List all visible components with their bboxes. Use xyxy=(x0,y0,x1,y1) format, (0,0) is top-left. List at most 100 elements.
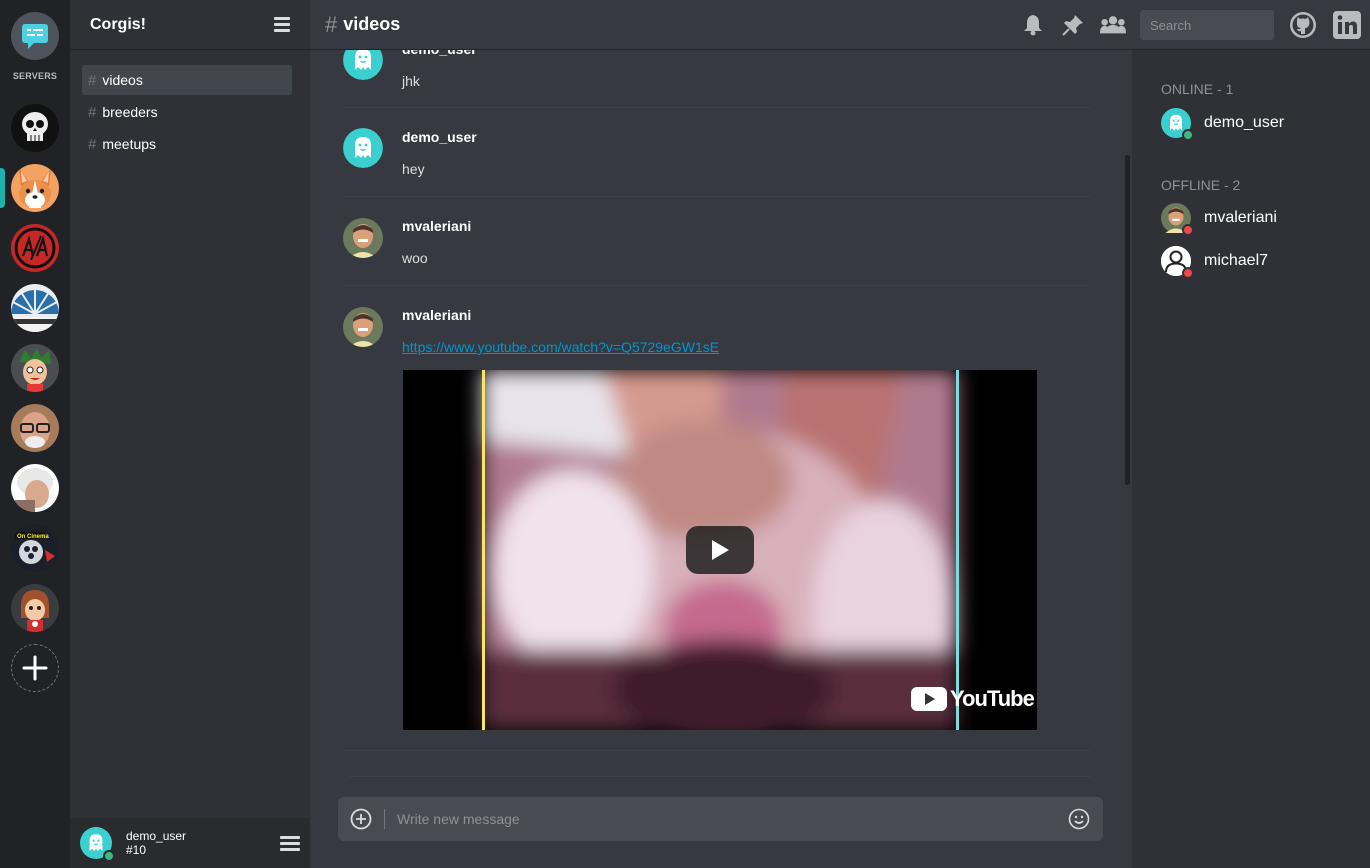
avatar xyxy=(1161,108,1194,141)
photo-avatar-icon xyxy=(343,307,383,347)
channel-meetups[interactable]: # meetups xyxy=(82,129,292,159)
play-button[interactable] xyxy=(686,526,754,574)
linkedin-icon xyxy=(1333,11,1361,39)
message-author[interactable]: mvaleriani xyxy=(402,307,471,323)
offline-status-dot xyxy=(1182,224,1194,236)
corgi-icon xyxy=(11,164,59,212)
server-glasses-man[interactable] xyxy=(11,404,59,452)
plus-circle-icon xyxy=(350,808,372,830)
emoji-button[interactable] xyxy=(1055,808,1103,830)
channel-header: # videos Search xyxy=(310,0,1370,50)
avatar xyxy=(1161,246,1194,279)
upload-button[interactable] xyxy=(338,808,384,830)
message-text: jhk xyxy=(402,73,420,89)
active-server-indicator xyxy=(0,168,5,208)
chat-main: demo_user jhk demo_user hey xyxy=(310,0,1132,868)
avatar xyxy=(1161,203,1194,236)
server-old-woman[interactable] xyxy=(11,464,59,512)
message-list: demo_user jhk demo_user hey xyxy=(310,50,1132,777)
pinned-button[interactable] xyxy=(1060,12,1086,38)
channel-videos[interactable]: # videos xyxy=(82,65,292,95)
member-name: demo_user xyxy=(1204,114,1285,131)
message-composer xyxy=(338,797,1103,841)
linkedin-link[interactable] xyxy=(1332,10,1362,40)
message-link[interactable]: https://www.youtube.com/watch?v=Q5729eGW… xyxy=(402,339,719,355)
message-text: woo xyxy=(402,250,428,266)
member-name: michael7 xyxy=(1204,252,1269,269)
home-button[interactable] xyxy=(11,12,59,60)
message-item: demo_user hey xyxy=(343,108,1090,197)
members-icon xyxy=(1100,16,1126,34)
avatar[interactable] xyxy=(343,307,383,347)
github-icon xyxy=(1290,12,1316,38)
smiley-icon xyxy=(1068,808,1090,830)
channel-name: videos xyxy=(102,72,143,88)
server-rail: SERVERS On Cinema xyxy=(0,0,70,868)
pin-icon xyxy=(1062,15,1083,36)
message-input[interactable] xyxy=(385,811,1055,827)
online-status-dot xyxy=(103,850,115,862)
divider xyxy=(350,776,1090,777)
server-cartoon-boy[interactable] xyxy=(11,344,59,392)
message-item: demo_user jhk xyxy=(343,50,1090,108)
message-author[interactable]: demo_user xyxy=(402,129,477,145)
server-skull[interactable] xyxy=(11,104,59,152)
member-list: ONLINE - 1 demo_user OFFLINE - 2 mvaleri… xyxy=(1132,50,1370,868)
server-cartoon-girl[interactable] xyxy=(11,584,59,632)
aa-logo-icon xyxy=(11,224,59,272)
youtube-wordmark: YouTube xyxy=(950,686,1035,711)
avatar[interactable] xyxy=(343,128,383,168)
play-icon xyxy=(712,540,729,560)
plus-icon xyxy=(22,655,48,681)
channel-breeders[interactable]: # breeders xyxy=(82,97,292,127)
members-button[interactable] xyxy=(1100,12,1126,38)
server-corgis[interactable] xyxy=(11,164,59,212)
channel-name: breeders xyxy=(102,104,158,120)
youtube-embed[interactable]: YouTube xyxy=(403,370,1037,730)
youtube-logo[interactable]: YouTube xyxy=(911,686,1035,712)
skull-icon xyxy=(11,104,59,152)
ghost-avatar-icon xyxy=(343,128,383,168)
message-author[interactable]: demo_user xyxy=(402,50,477,57)
avatar[interactable] xyxy=(343,218,383,258)
server-on-cinema[interactable]: On Cinema xyxy=(11,524,59,572)
github-link[interactable] xyxy=(1288,10,1318,40)
avatar[interactable] xyxy=(80,827,115,862)
server-name: Corgis! xyxy=(90,15,146,33)
photo-avatar-icon xyxy=(343,218,383,258)
member-item[interactable]: demo_user xyxy=(1161,107,1285,141)
server-waking-up[interactable] xyxy=(11,284,59,332)
hash-icon: # xyxy=(325,11,338,37)
member-item[interactable]: mvaleriani xyxy=(1161,202,1277,236)
user-menu-icon[interactable] xyxy=(280,835,300,851)
svg-text:On Cinema: On Cinema xyxy=(17,534,49,540)
notifications-button[interactable] xyxy=(1020,12,1046,38)
server-menu-icon[interactable] xyxy=(274,17,290,32)
avatar[interactable] xyxy=(343,50,383,80)
bell-icon xyxy=(1024,15,1042,36)
add-server-button[interactable] xyxy=(11,644,59,692)
hash-icon: # xyxy=(88,103,97,121)
servers-label: SERVERS xyxy=(12,71,58,81)
chat-logo-icon xyxy=(22,24,48,49)
username: demo_user xyxy=(126,829,187,843)
member-name: mvaleriani xyxy=(1204,209,1277,226)
online-header: ONLINE - 1 xyxy=(1161,81,1234,97)
channel-sidebar: Corgis! # videos # breeders # meetups de… xyxy=(70,0,310,868)
ghost-avatar-icon xyxy=(343,50,383,80)
channel-name: meetups xyxy=(102,136,157,152)
channel-title-text: videos xyxy=(343,14,401,34)
user-info: demo_user #10 xyxy=(126,829,280,857)
member-item[interactable]: michael7 xyxy=(1161,245,1269,279)
search-input[interactable]: Search xyxy=(1140,10,1274,40)
message-text: hey xyxy=(402,161,425,177)
online-status-dot xyxy=(1182,129,1194,141)
offline-header: OFFLINE - 2 xyxy=(1161,177,1241,193)
channel-list: # videos # breeders # meetups xyxy=(70,50,310,159)
message-author[interactable]: mvaleriani xyxy=(402,218,471,234)
header-toolbar: Search xyxy=(1020,0,1370,50)
server-aa[interactable] xyxy=(11,224,59,272)
scrollbar[interactable] xyxy=(1125,155,1130,485)
message-item: mvaleriani woo xyxy=(343,197,1090,286)
server-header: Corgis! xyxy=(70,0,310,50)
